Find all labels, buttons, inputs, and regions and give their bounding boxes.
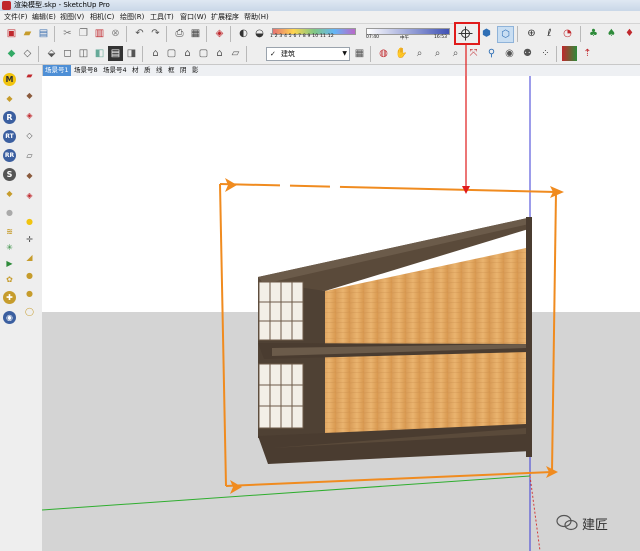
tag-icon[interactable]: ◆ <box>3 92 16 105</box>
model-viewport[interactable] <box>42 76 640 551</box>
green-axis <box>42 475 531 511</box>
tool-2-9-icon[interactable]: ✛ <box>23 233 36 246</box>
highlight-box <box>454 22 480 45</box>
watermark-label: 建匠 <box>582 517 609 533</box>
tool-f-icon[interactable]: ◉ <box>3 311 16 324</box>
tool-2-13-icon[interactable]: ◯ <box>23 305 36 318</box>
left-toolbar: M ◆ R RT RR S ◆ ● ≋ ✳ ▶ ✿ ✚ ◉ ▰ ◆ ◈ ◇ ▱ … <box>0 65 43 551</box>
bbox-top-edge <box>219 183 557 193</box>
bbox-right-edge <box>551 191 557 473</box>
plugin-rr-icon[interactable]: RR <box>3 149 16 162</box>
tool-2-2-icon[interactable]: ◆ <box>23 89 36 102</box>
watermark: 建匠 <box>556 512 608 534</box>
tool-2-6-icon[interactable]: ◆ <box>23 169 36 182</box>
tool-2-7-icon[interactable]: ◈ <box>23 189 36 202</box>
house-model[interactable] <box>258 217 532 464</box>
tool-a-icon[interactable]: ≋ <box>3 225 16 238</box>
bbox-left-edge <box>219 183 227 487</box>
tool-2-3-icon[interactable]: ◈ <box>23 109 36 122</box>
window-lower <box>258 363 304 429</box>
plugin-rt-icon[interactable]: RT <box>3 130 16 143</box>
plugin-r-icon[interactable]: R <box>3 111 16 124</box>
tool-d-icon[interactable]: ✿ <box>3 273 16 286</box>
plugin-s-icon[interactable]: S <box>3 168 16 181</box>
ball-2-icon[interactable]: ● <box>23 269 36 282</box>
ball-3-icon[interactable]: ● <box>23 287 36 300</box>
wechat-icon <box>556 514 578 531</box>
tool-c-icon[interactable]: ▶ <box>3 257 16 270</box>
window-upper <box>258 281 304 341</box>
paint-tag-icon[interactable]: ◆ <box>3 187 16 200</box>
bbox-bottom-edge <box>225 471 553 487</box>
tool-b-icon[interactable]: ✳ <box>3 241 16 254</box>
tool-2-5-icon[interactable]: ▱ <box>23 149 36 162</box>
ball-1-icon[interactable]: ● <box>23 215 36 228</box>
tool-2-10-icon[interactable]: ◢ <box>23 251 36 264</box>
tool-e-icon[interactable]: ✚ <box>3 291 16 304</box>
model-scene <box>42 76 564 551</box>
tool-2-4-icon[interactable]: ◇ <box>23 129 36 142</box>
annotation-overlay <box>454 22 480 80</box>
red-axis <box>529 475 541 551</box>
sphere-icon[interactable]: ● <box>3 206 16 219</box>
grip-bottom-left[interactable] <box>230 480 242 494</box>
